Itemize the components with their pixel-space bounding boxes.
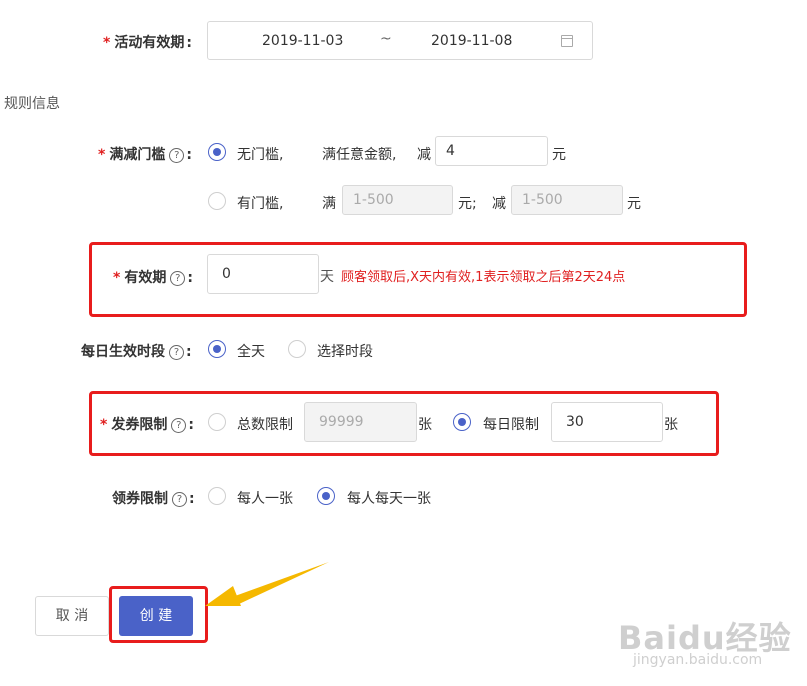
claim-limit-one-label: 每人一张 [237,491,293,507]
arrow-annotation-icon [205,562,329,606]
validity-hint: 顾客领取后,X天内有效,1表示领取之后第2天24点 [341,270,626,285]
cancel-button[interactable]: 取 消 [35,596,109,636]
activity-period-label: * 活动有效期: [103,35,192,51]
issue-limit-total-radio[interactable] [208,413,226,431]
validity-unit: 天 [320,269,334,285]
threshold-unit1: 元; [458,196,477,212]
help-icon[interactable]: ? [170,270,186,286]
validity-days-input[interactable]: 0 [207,254,319,294]
threshold-minus-text: 减 [417,147,431,163]
date-range-picker[interactable]: 2019-11-03 ~ 2019-11-08 [207,21,593,60]
daily-period-custom-label: 选择时段 [317,344,373,360]
daily-period-label: 每日生效时段?: [81,344,192,360]
claim-limit-daily-label: 每人每天一张 [347,491,431,507]
help-icon[interactable]: ? [172,491,187,507]
validity-label: * 有效期?: [113,270,193,286]
issue-limit-total-unit: 张 [418,417,432,433]
daily-period-custom-radio[interactable] [288,340,306,358]
claim-limit-label: 领券限制?: [112,491,195,507]
daily-period-allday-label: 全天 [237,344,265,360]
daily-period-allday-radio[interactable] [208,340,226,358]
threshold-unit2: 元 [627,196,641,212]
threshold-label: * 满减门槛?: [98,147,192,163]
threshold-full-amount-input[interactable]: 1-500 [342,185,453,215]
issue-limit-daily-radio[interactable] [453,413,471,431]
start-date[interactable]: 2019-11-03 [262,33,343,49]
watermark-url: jingyan.baidu.com [633,652,763,668]
threshold-full-any-text: 满任意金额, [322,147,397,163]
threshold-has-label: 有门槛, [237,196,284,212]
calendar-icon[interactable] [561,35,573,47]
threshold-full-text: 满 [322,196,336,212]
threshold-none-amount-input[interactable]: 4 [435,136,548,166]
help-icon[interactable]: ? [169,344,184,360]
claim-limit-daily-radio[interactable] [317,487,335,505]
help-icon[interactable]: ? [169,147,185,163]
threshold-none-unit: 元 [552,147,566,163]
threshold-has-minus-text: 减 [492,196,506,212]
issue-limit-daily-label: 每日限制 [483,417,539,433]
issue-limit-label: * 发券限制?: [100,417,194,433]
end-date[interactable]: 2019-11-08 [431,33,512,49]
issue-limit-total-label: 总数限制 [237,417,293,433]
date-separator: ~ [380,31,392,47]
issue-limit-daily-input[interactable]: 30 [551,402,663,442]
help-icon[interactable]: ? [171,417,187,433]
create-button[interactable]: 创 建 [119,596,193,636]
threshold-has-radio[interactable] [208,192,226,210]
issue-limit-total-input[interactable]: 99999 [304,402,417,442]
section-title: 规则信息 [4,96,60,112]
claim-limit-one-radio[interactable] [208,487,226,505]
threshold-none-label: 无门槛, [237,147,284,163]
threshold-minus-amount-input[interactable]: 1-500 [511,185,623,215]
issue-limit-daily-unit: 张 [664,417,678,433]
threshold-none-radio[interactable] [208,143,226,161]
